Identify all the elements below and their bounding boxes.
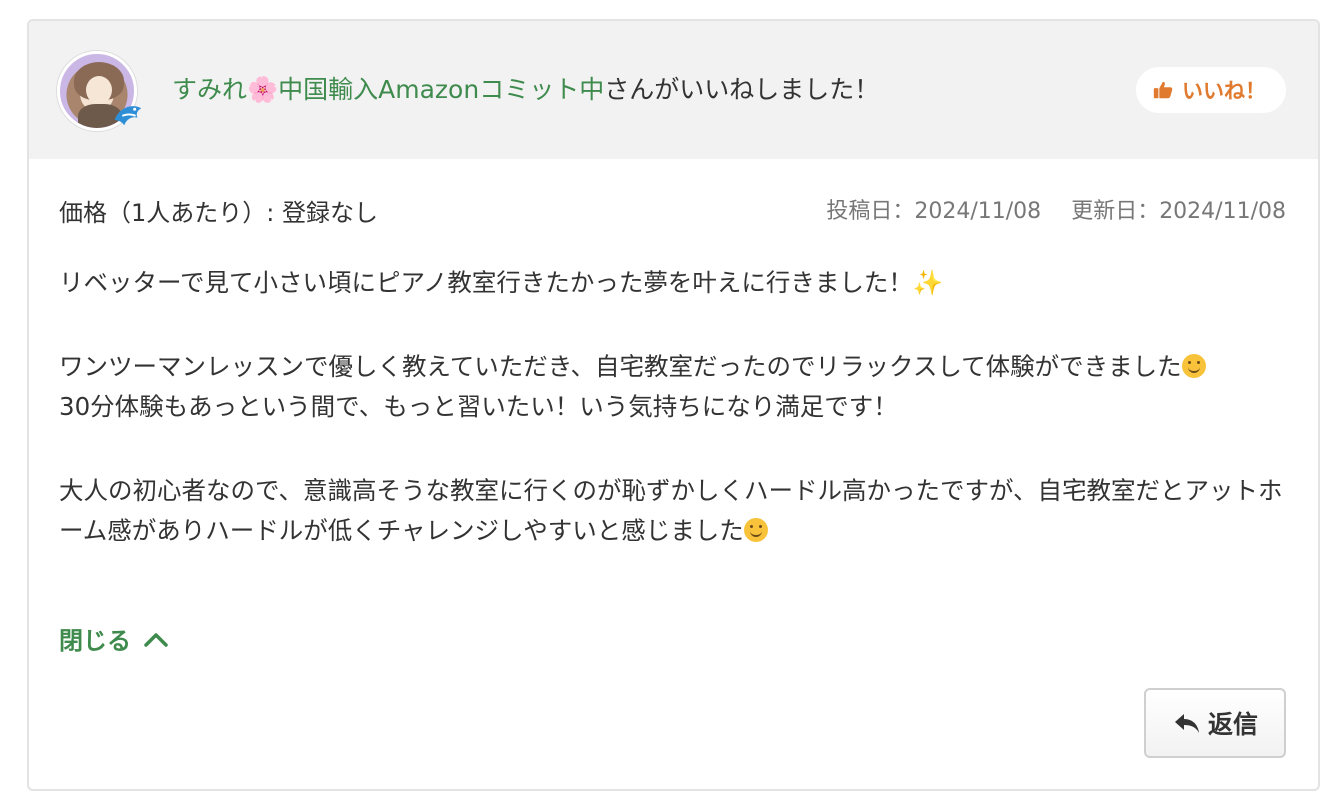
review-paragraph: 30分体験もあっという間で、もっと習いたい！いう気持ちになり満足です！ xyxy=(59,392,898,421)
review-paragraph: ワンツーマンレッスンで優しく教えていただき、自宅教室だったのでリラックスして体験… xyxy=(59,347,1299,387)
like-button[interactable]: いいね！ xyxy=(1136,67,1286,113)
updated-date: 更新日：2024/11/08 xyxy=(1071,199,1286,224)
reply-arrow-icon xyxy=(1174,714,1199,733)
smile-emoji-icon xyxy=(1181,354,1206,378)
collapse-link[interactable]: 閉じる xyxy=(59,621,169,656)
liked-suffix: さんがいいねしました！ xyxy=(604,75,880,104)
smile-emoji-icon xyxy=(743,518,768,542)
reply-button-label: 返信 xyxy=(1207,710,1258,739)
sparkles-emoji: ✨ xyxy=(912,268,944,297)
review-card: すみれ🌸中国輸入Amazonコミット中さんがいいねしました！ いいね！ 価格（1… xyxy=(27,19,1320,791)
review-paragraph: 大人の初心者なので、意識高そうな教室に行くのが恥ずかしくハードル高かったですが、… xyxy=(59,476,1283,545)
like-button-label: いいね！ xyxy=(1182,79,1266,103)
flower-emoji: 🌸 xyxy=(247,75,279,104)
collapse-label: 閉じる xyxy=(59,627,131,655)
posted-date: 投稿日：2024/11/08 xyxy=(826,199,1042,224)
review-meta: 価格（1人あたり）: 登録なし 投稿日：2024/11/08 更新日：2024/… xyxy=(59,191,1286,231)
thumbs-up-icon xyxy=(1153,81,1173,99)
review-body: リベッターで見て小さい頃にピアノ教室行きたかった夢を叶えに行きました！✨ ワンツ… xyxy=(59,263,1299,551)
review-dates: 投稿日：2024/11/08 更新日：2024/11/08 xyxy=(826,193,1286,225)
price-info: 価格（1人あたり）: 登録なし xyxy=(59,199,378,227)
like-message: すみれ🌸中国輸入Amazonコミット中さんがいいねしました！ xyxy=(172,73,879,107)
like-notification-header: すみれ🌸中国輸入Amazonコミット中さんがいいねしました！ いいね！ xyxy=(29,21,1318,159)
reply-button[interactable]: 返信 xyxy=(1144,688,1286,758)
user-name-link[interactable]: すみれ🌸中国輸入Amazonコミット中 xyxy=(172,75,604,104)
review-paragraph: リベッターで見て小さい頃にピアノ教室行きたかった夢を叶えに行きました！✨ xyxy=(59,268,944,297)
chevron-up-icon xyxy=(144,632,168,647)
dolphin-icon xyxy=(114,106,142,126)
